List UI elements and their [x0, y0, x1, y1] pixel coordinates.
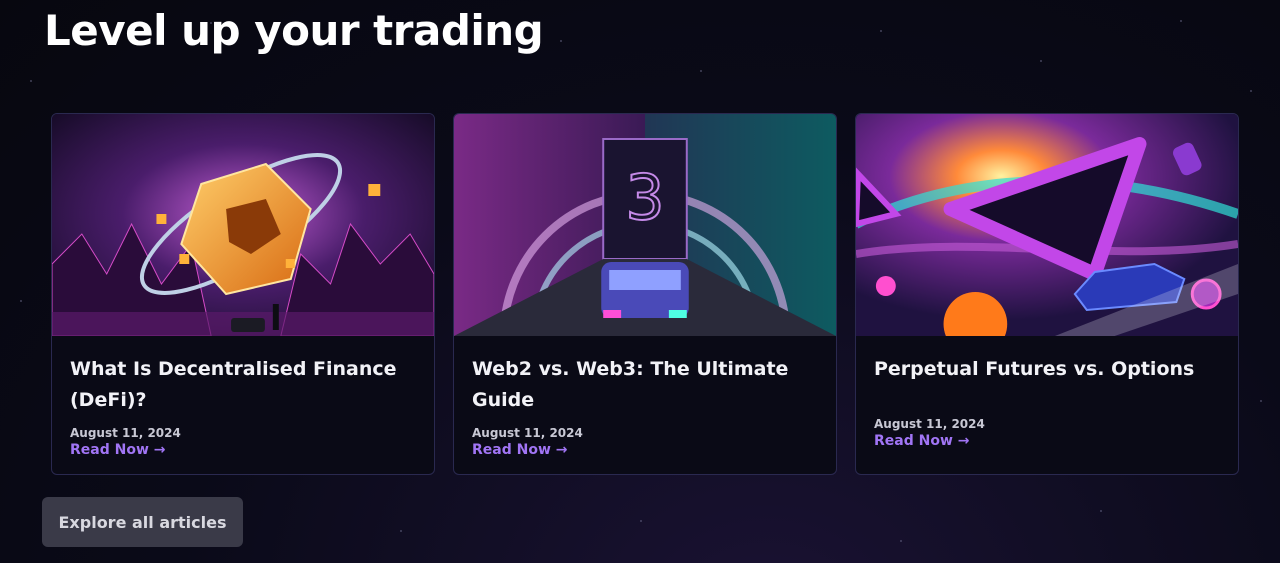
read-now-link[interactable]: Read Now → [874, 433, 970, 449]
defi-illustration [52, 114, 434, 336]
explore-all-articles-button[interactable]: Explore all articles [42, 497, 243, 547]
page-title: Level up your trading [44, 6, 544, 55]
article-date: August 11, 2024 [472, 426, 583, 440]
read-now-link[interactable]: Read Now → [472, 442, 568, 458]
web3-illustration: 3 [454, 114, 836, 336]
svg-text:3: 3 [625, 162, 664, 234]
article-date: August 11, 2024 [70, 426, 181, 440]
article-title[interactable]: Web2 vs. Web3: The Ultimate Guide [472, 354, 818, 416]
read-now-link[interactable]: Read Now → [70, 442, 166, 458]
article-card-futures[interactable]: Perpetual Futures vs. Options August 11,… [855, 113, 1239, 475]
article-title[interactable]: What Is Decentralised Finance (DeFi)? [70, 354, 416, 416]
futures-illustration [856, 114, 1238, 336]
article-list: What Is Decentralised Finance (DeFi)? Au… [51, 113, 1239, 475]
article-title[interactable]: Perpetual Futures vs. Options [874, 354, 1220, 385]
article-card-web3[interactable]: 3 Web2 vs. Web3: The Ultimate Guide Augu… [453, 113, 837, 475]
article-card-defi[interactable]: What Is Decentralised Finance (DeFi)? Au… [51, 113, 435, 475]
article-date: August 11, 2024 [874, 417, 985, 431]
